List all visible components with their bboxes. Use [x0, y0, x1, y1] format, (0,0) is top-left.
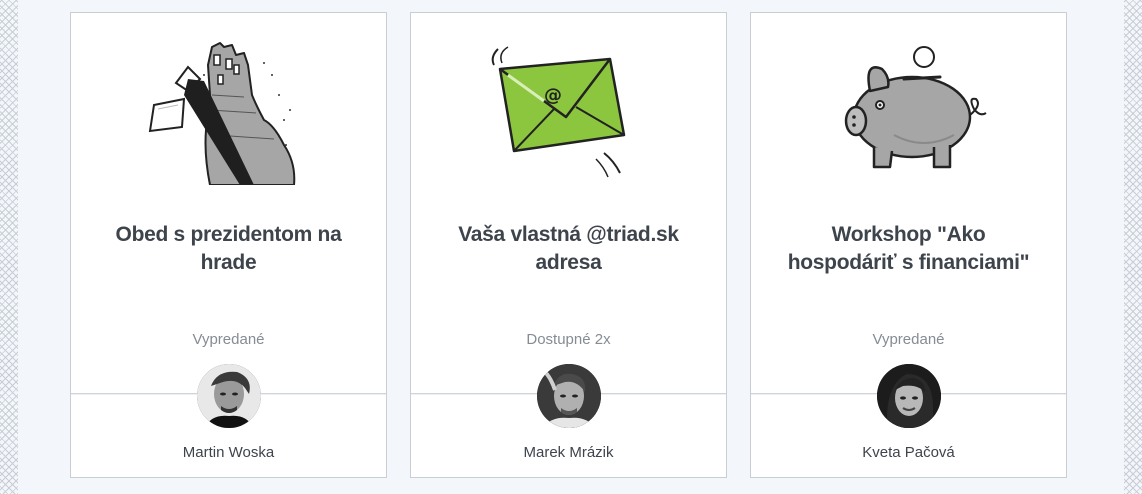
piggy-bank-icon: [824, 35, 994, 185]
avatar: [876, 364, 941, 428]
avatar: [536, 364, 601, 428]
author-name: Marek Mrázik: [523, 444, 614, 461]
reward-title: Obed s prezidentom na hrade: [115, 223, 342, 274]
decorative-border-left: [0, 0, 18, 494]
reward-title: Vaša vlastná @triad.sk adresa: [458, 223, 679, 274]
availability-status: Vypredané: [872, 331, 945, 348]
reward-card[interactable]: Obed s prezidentom na hrade Vypredané Ma…: [70, 12, 387, 478]
availability-status: Vypredané: [192, 331, 265, 348]
decorative-border-right: [1124, 0, 1142, 494]
envelope-icon: @: [484, 35, 654, 185]
svg-text:@: @: [544, 85, 562, 106]
rewards-page: Obed s prezidentom na hrade Vypredané Ma…: [0, 0, 1142, 494]
author-name: Kveta Pačová: [862, 444, 955, 461]
reward-card[interactable]: Workshop "Ako hospodáriť s financiami" V…: [750, 12, 1067, 478]
author-name: Martin Woska: [182, 444, 275, 461]
availability-status: Dostupné 2x: [526, 331, 611, 348]
castle-with-tie-icon: [144, 35, 314, 185]
reward-title: Workshop "Ako hospodáriť s financiami": [787, 223, 1030, 274]
avatar: [196, 364, 261, 428]
reward-card[interactable]: @ Vaša vlastná @triad.sk adresa Dostupné…: [410, 12, 727, 478]
